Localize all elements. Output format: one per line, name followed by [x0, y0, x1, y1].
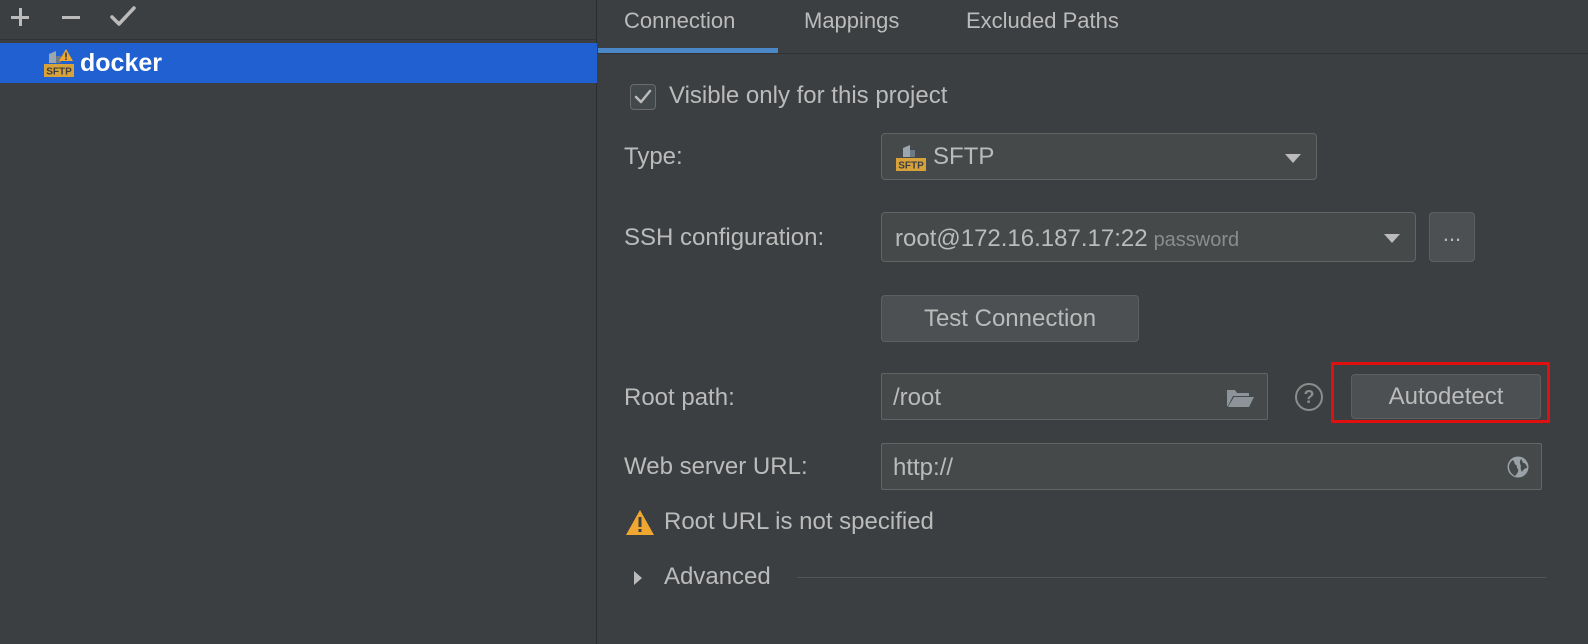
ssh-host: root@172.16.187.17:22	[895, 225, 1148, 252]
sftp-icon: SFTP	[896, 145, 926, 172]
minus-icon	[62, 16, 80, 19]
server-list-pane: SFTP docker	[0, 0, 597, 644]
folder-open-icon[interactable]	[1225, 386, 1255, 410]
type-value: SFTP	[933, 143, 995, 170]
chevron-down-icon	[1384, 234, 1400, 243]
ssh-config-browse-button[interactable]: ...	[1429, 212, 1475, 262]
set-default-button[interactable]	[106, 2, 140, 32]
visible-only-label[interactable]: Visible only for this project	[669, 82, 947, 110]
ssh-config-label: SSH configuration:	[624, 224, 825, 251]
ssh-config-value: root@172.16.187.17:22 password	[895, 225, 1239, 253]
type-dropdown[interactable]: SFTP SFTP	[881, 133, 1317, 180]
svg-text:SFTP: SFTP	[46, 67, 72, 78]
visible-only-checkbox[interactable]	[630, 84, 656, 110]
warning-icon	[626, 510, 654, 535]
active-tab-indicator	[598, 48, 778, 53]
server-settings-pane: Connection Mappings Excluded Paths Visib…	[598, 0, 1588, 644]
web-server-url-field[interactable]: http://	[881, 443, 1542, 490]
tab-excluded-paths[interactable]: Excluded Paths	[966, 8, 1119, 54]
server-list-toolbar	[0, 0, 597, 40]
plus-icon	[11, 8, 29, 26]
test-connection-button[interactable]: Test Connection	[881, 295, 1139, 342]
chevron-down-icon	[1285, 154, 1301, 163]
root-path-field[interactable]: /root	[881, 373, 1268, 420]
web-server-url-value: http://	[893, 454, 954, 481]
tab-mappings[interactable]: Mappings	[804, 8, 899, 54]
globe-icon[interactable]	[1506, 455, 1530, 479]
server-list-item-docker[interactable]: SFTP docker	[0, 43, 597, 83]
remove-server-button[interactable]	[54, 2, 88, 32]
sftp-warning-icon: SFTP	[44, 49, 74, 78]
checkmark-icon	[634, 89, 652, 104]
type-label: Type:	[624, 143, 683, 170]
web-server-url-label: Web server URL:	[624, 453, 808, 480]
settings-tabs: Connection Mappings Excluded Paths	[598, 0, 1588, 54]
ssh-config-dropdown[interactable]: root@172.16.187.17:22 password	[881, 212, 1416, 262]
root-url-warning-text: Root URL is not specified	[664, 508, 934, 535]
checkmark-icon	[110, 6, 136, 26]
svg-text:SFTP: SFTP	[898, 161, 924, 172]
advanced-separator	[797, 577, 1546, 578]
help-icon[interactable]: ?	[1295, 383, 1323, 411]
ssh-auth-type: password	[1153, 229, 1240, 251]
advanced-label: Advanced	[664, 563, 771, 590]
server-name: docker	[80, 49, 162, 77]
chevron-right-icon	[634, 571, 642, 585]
add-server-button[interactable]	[3, 2, 37, 32]
autodetect-button[interactable]: Autodetect	[1351, 374, 1541, 419]
root-path-label: Root path:	[624, 384, 735, 411]
root-path-value: /root	[893, 384, 942, 411]
